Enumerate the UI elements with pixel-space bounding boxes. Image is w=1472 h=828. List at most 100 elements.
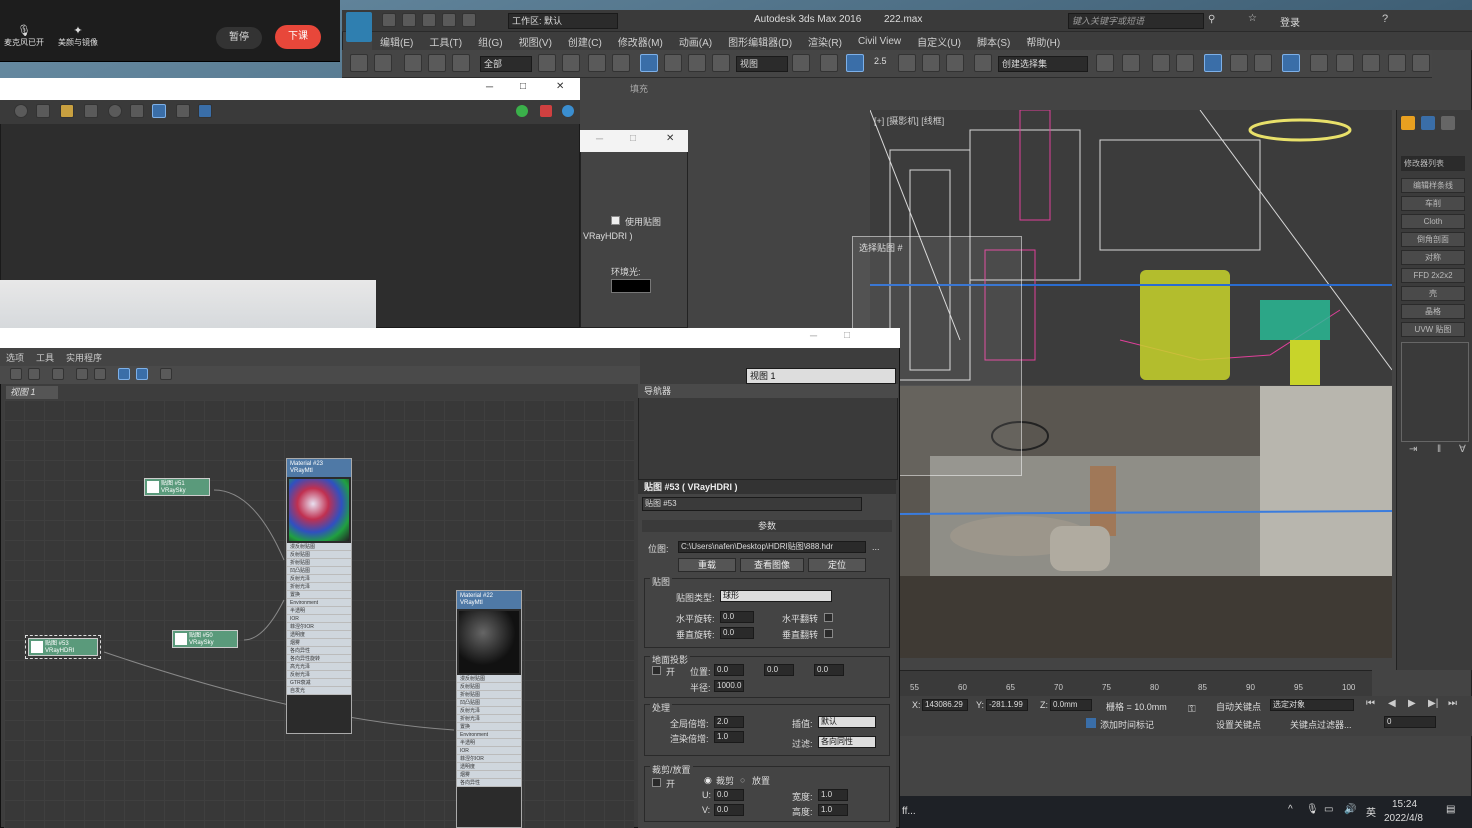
z-coord-field[interactable]: 0.0mm	[1050, 699, 1092, 711]
window-crossing-icon[interactable]	[612, 54, 630, 72]
close-icon[interactable]: ✕	[556, 81, 564, 92]
undo-icon[interactable]	[442, 13, 456, 27]
v-field[interactable]: 0.0	[714, 804, 744, 816]
menu-utilities[interactable]: 实用程序	[60, 351, 108, 364]
slot-anisotropy[interactable]: 各向异性	[457, 779, 521, 787]
material-editor-icon[interactable]	[1254, 54, 1272, 72]
height-field[interactable]: 1.0	[818, 804, 848, 816]
menu-views[interactable]: 视图(V)	[511, 34, 560, 49]
h-flip-checkbox[interactable]	[824, 613, 833, 622]
channel-icon[interactable]	[14, 104, 28, 118]
menu-edit[interactable]: 编辑(E)	[372, 34, 421, 49]
menu-civil-view[interactable]: Civil View	[850, 36, 909, 47]
redo-icon[interactable]	[462, 13, 476, 27]
menu-slate-tools[interactable]: 工具	[30, 351, 60, 364]
menu-scripting[interactable]: 脚本(S)	[969, 34, 1018, 49]
redo-arrow-icon[interactable]	[374, 54, 392, 72]
binoculars-icon[interactable]: ⚲	[1208, 14, 1215, 25]
node-map-50[interactable]: 贴图 #50 VRaySky	[172, 630, 238, 648]
slot-refr-gloss[interactable]: 折射光泽	[287, 583, 351, 591]
move-icon[interactable]	[640, 54, 658, 72]
reload-button[interactable]: 重载	[678, 558, 736, 572]
menu-options[interactable]: 选项	[0, 351, 30, 364]
slot-opacity[interactable]: 透明度	[287, 631, 351, 639]
navigator-panel[interactable]	[638, 384, 898, 480]
mod-uvw-map-button[interactable]: UVW 贴图	[1401, 322, 1465, 337]
modify-tab-icon[interactable]	[1421, 116, 1435, 130]
go-start-icon[interactable]: ⏮	[1366, 698, 1375, 709]
mod-lathe-button[interactable]: 车削	[1401, 196, 1465, 211]
node-finder-icon[interactable]	[160, 368, 172, 380]
save-icon[interactable]	[422, 13, 436, 27]
spinner-snap-icon[interactable]	[946, 54, 964, 72]
angle-snap-icon[interactable]	[898, 54, 916, 72]
slot-anisotropy[interactable]: 各向异性	[287, 647, 351, 655]
menu-create[interactable]: 创建(C)	[560, 34, 610, 49]
slot-diffuse[interactable]: 漫反射贴图	[457, 675, 521, 683]
stop-render-icon[interactable]	[540, 105, 552, 117]
stop-button[interactable]: 下课	[275, 25, 321, 49]
menu-group[interactable]: 组(G)	[470, 34, 510, 49]
assign-material-icon[interactable]	[52, 368, 64, 380]
percent-snap-icon[interactable]	[922, 54, 940, 72]
select-object-icon[interactable]	[538, 54, 556, 72]
help-icon[interactable]: ?	[1382, 13, 1388, 25]
view-image-button[interactable]: 查看图像	[740, 558, 804, 572]
node-map-53-selected[interactable]: 贴图 #53 VRayHDRI	[25, 635, 101, 659]
key-icon[interactable]: ⚿	[1188, 704, 1196, 715]
maximize-icon[interactable]: □	[630, 133, 636, 144]
slot-fresnel-ior[interactable]: 菲涅尔IOR	[287, 623, 351, 631]
env-map-button[interactable]: VRayHDRI )	[583, 231, 633, 241]
ime-indicator[interactable]: 英	[1366, 804, 1376, 819]
map-name-field[interactable]: 贴图 #53	[642, 497, 862, 511]
pick-material-icon[interactable]	[10, 368, 22, 380]
slot-displace[interactable]: 置换	[287, 591, 351, 599]
play-icon[interactable]: ▶	[1408, 698, 1416, 709]
refresh-icon[interactable]	[516, 105, 528, 117]
layer-icon[interactable]	[1152, 54, 1170, 72]
pin-stack-icon[interactable]: ⇥	[1409, 444, 1417, 455]
time-tag-icon[interactable]	[1086, 718, 1096, 728]
render-setup-icon[interactable]	[1282, 54, 1300, 72]
slot-refr-gloss[interactable]: 折射光泽	[457, 715, 521, 723]
slot-bump[interactable]: 凹凸贴图	[457, 699, 521, 707]
mic-tray-icon[interactable]: 🎙	[1306, 804, 1319, 815]
network-icon[interactable]: ▭	[1324, 804, 1333, 815]
slot-ior[interactable]: IOR	[287, 615, 351, 623]
slot-bump[interactable]: 凹凸贴图	[287, 567, 351, 575]
mod-shell-button[interactable]: 壳	[1401, 286, 1465, 301]
map-type-select[interactable]: 球形	[720, 590, 832, 602]
current-frame-field[interactable]: 0	[1384, 716, 1436, 728]
slot-hilight-gloss[interactable]: 高光光泽	[287, 663, 351, 671]
mic-button[interactable]: 🎙 麦克风已开	[4, 24, 44, 48]
lens-fx-icon[interactable]	[198, 104, 212, 118]
view-select[interactable]: 视图 1	[746, 368, 896, 384]
slot-diffuse[interactable]: 漫反射贴图	[287, 543, 351, 551]
bind-space-warp-icon[interactable]	[452, 54, 470, 72]
compare-icon[interactable]	[130, 104, 144, 118]
slot-gtr[interactable]: GTR衰减	[287, 679, 351, 687]
search-input[interactable]: 键入关键字或短语	[1068, 13, 1204, 29]
timeline-ruler[interactable]: 55 60 65 70 75 80 85 90 95 100	[900, 670, 1372, 696]
add-time-tag-label[interactable]: 添加时间标记	[1100, 718, 1154, 731]
node-material-23[interactable]: Material #23 VRayMtl 漫反射贴图 反射贴图 折射贴图 凹凸贴图…	[286, 458, 352, 734]
minimize-icon[interactable]: ─	[486, 82, 493, 93]
select-manipulate-icon[interactable]	[820, 54, 838, 72]
slot-aniso-rotation[interactable]: 各向异性旋转	[287, 655, 351, 663]
clock-time[interactable]: 15:24	[1392, 799, 1417, 810]
slot-refl-gloss[interactable]: 反射光泽	[287, 575, 351, 583]
slot-refl-gloss-2[interactable]: 反射光泽	[287, 671, 351, 679]
render-teapot-icon[interactable]	[562, 105, 574, 117]
overall-mult-field[interactable]: 2.0	[714, 716, 744, 728]
menu-tools[interactable]: 工具(T)	[421, 34, 470, 49]
next-frame-icon[interactable]: ▶|	[1428, 698, 1438, 709]
volume-icon[interactable]: 🔊	[1344, 804, 1356, 815]
rect-selection-icon[interactable]	[588, 54, 606, 72]
mod-ffd-button[interactable]: FFD 2x2x2	[1401, 268, 1465, 283]
slot-reflect[interactable]: 反射贴图	[287, 551, 351, 559]
open-file-icon[interactable]	[402, 13, 416, 27]
maximize-icon[interactable]: □	[844, 330, 850, 341]
set-key-button[interactable]: 设置关键点	[1216, 718, 1261, 731]
key-mode-select[interactable]: 选定对象	[1270, 699, 1354, 711]
mod-symmetry-button[interactable]: 对称	[1401, 250, 1465, 265]
